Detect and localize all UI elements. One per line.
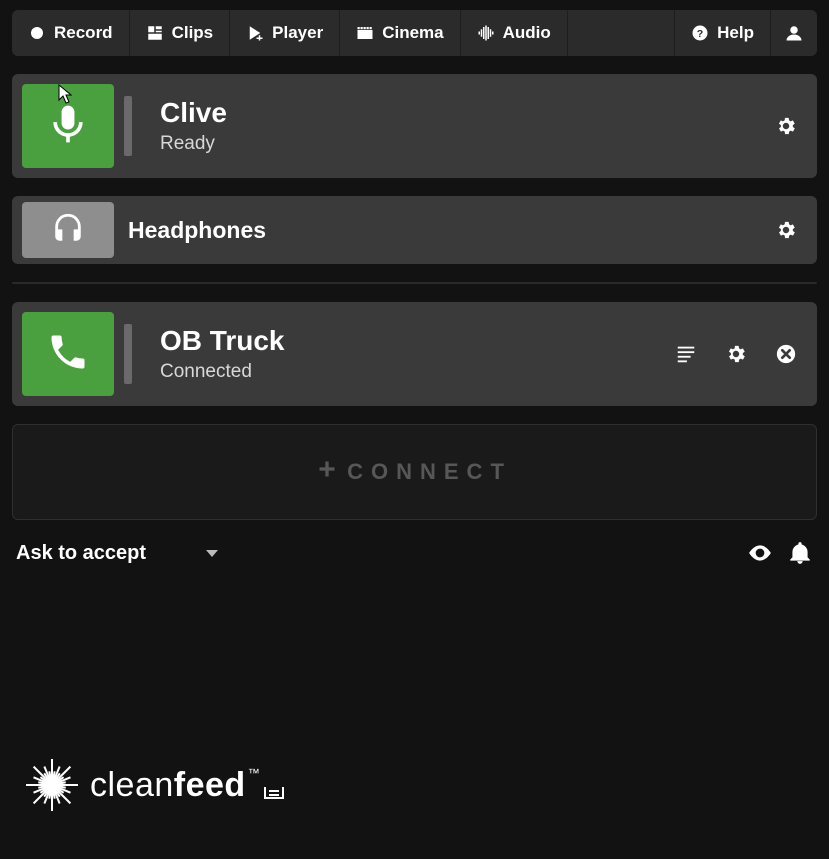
headphones-info: Headphones — [114, 217, 775, 244]
headphones-icon — [51, 211, 85, 250]
headphones-row: Headphones — [12, 196, 817, 264]
channel-status: Ready — [160, 133, 775, 155]
gear-icon — [775, 228, 797, 245]
brand-part1: clean — [90, 766, 174, 804]
connection-status: Connected — [160, 361, 675, 383]
audio-icon — [477, 24, 495, 42]
keyboard-icon — [264, 787, 284, 799]
level-meter — [124, 324, 132, 384]
details-button[interactable] — [675, 343, 697, 365]
connect-button[interactable]: CONNECT — [12, 424, 817, 520]
audio-label: Audio — [503, 23, 551, 43]
channel-info: Clive Ready — [146, 97, 775, 155]
clips-icon — [146, 24, 164, 42]
help-label: Help — [717, 23, 754, 43]
microphone-icon — [46, 102, 90, 151]
cinema-button[interactable]: Cinema — [340, 10, 460, 56]
cinema-icon — [356, 24, 374, 42]
profile-icon — [785, 24, 803, 42]
svg-text:?: ? — [697, 28, 703, 40]
logo-burst-icon — [24, 757, 80, 813]
brand-logo: cleanfeed™ — [24, 757, 284, 813]
settings-button[interactable] — [775, 219, 797, 241]
eye-icon — [747, 553, 773, 570]
headphones-tile[interactable] — [22, 202, 114, 258]
connect-label: CONNECT — [347, 459, 512, 485]
player-label: Player — [272, 23, 323, 43]
accept-mode-label: Ask to accept — [16, 542, 146, 565]
help-button[interactable]: ? Help — [675, 10, 771, 56]
brand-text: cleanfeed™ — [90, 766, 284, 805]
visibility-button[interactable] — [747, 540, 773, 566]
call-tile[interactable] — [22, 312, 114, 396]
settings-button[interactable] — [725, 343, 747, 365]
list-icon — [675, 352, 697, 369]
chevron-down-icon — [206, 550, 218, 557]
connection-name: OB Truck — [160, 325, 675, 357]
notifications-button[interactable] — [787, 540, 813, 566]
footer-strip: Ask to accept — [16, 540, 813, 566]
connection-info: OB Truck Connected — [146, 325, 675, 383]
disconnect-button[interactable] — [775, 343, 797, 365]
bell-icon — [787, 553, 813, 570]
toolbar-spacer — [568, 10, 675, 56]
level-meter — [124, 96, 132, 156]
channel-panel: Clive Ready Headphones — [12, 74, 817, 406]
mic-tile[interactable] — [22, 84, 114, 168]
gear-icon — [725, 352, 747, 369]
record-button[interactable]: Record — [12, 10, 130, 56]
audio-button[interactable]: Audio — [461, 10, 568, 56]
profile-button[interactable] — [771, 10, 817, 56]
connection-row: OB Truck Connected — [12, 302, 817, 406]
accept-mode-dropdown[interactable]: Ask to accept — [16, 542, 218, 565]
toolbar: Record Clips Player Cinema Audio ? Help — [12, 10, 817, 56]
help-icon: ? — [691, 24, 709, 42]
clips-label: Clips — [172, 23, 214, 43]
gear-icon — [775, 124, 797, 141]
record-icon — [28, 24, 46, 42]
clips-button[interactable]: Clips — [130, 10, 231, 56]
channel-name: Clive — [160, 97, 775, 129]
trademark-icon: ™ — [248, 766, 261, 780]
brand-part2: feed — [174, 766, 246, 804]
player-button[interactable]: Player — [230, 10, 340, 56]
settings-button[interactable] — [775, 115, 797, 137]
player-icon — [246, 24, 264, 42]
cinema-label: Cinema — [382, 23, 443, 43]
headphones-label: Headphones — [128, 217, 775, 244]
plus-icon — [317, 459, 337, 485]
phone-icon — [46, 330, 90, 379]
record-label: Record — [54, 23, 113, 43]
divider — [12, 282, 817, 284]
channel-row: Clive Ready — [12, 74, 817, 178]
close-circle-icon — [775, 352, 797, 369]
